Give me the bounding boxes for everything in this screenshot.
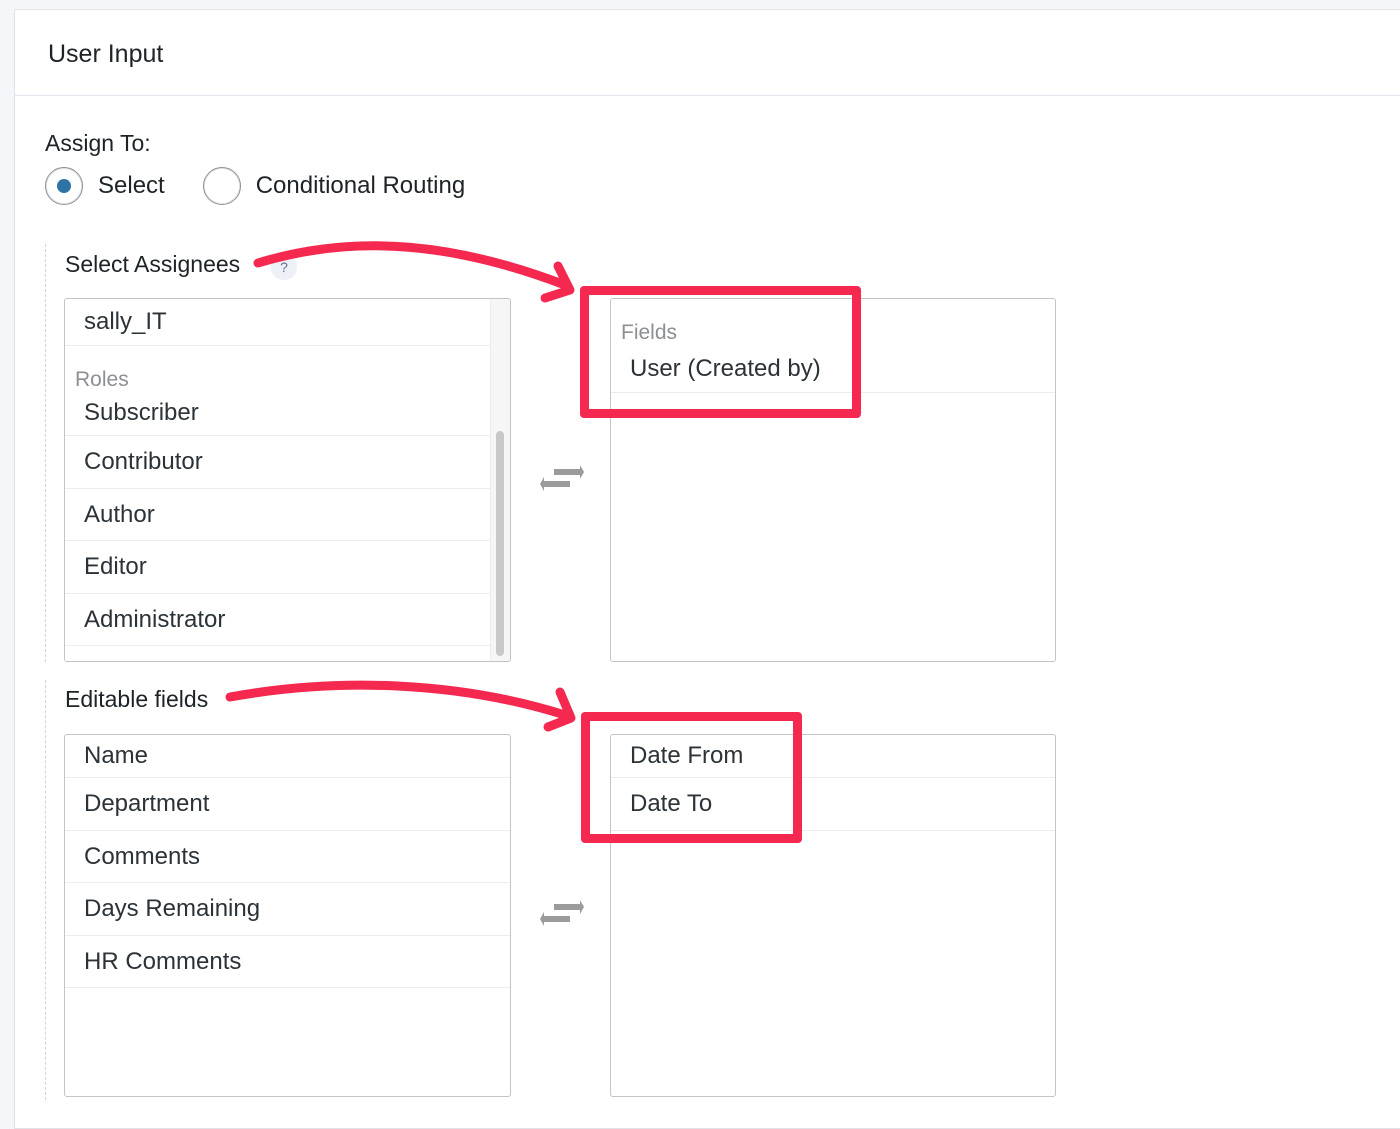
panel-title: User Input (48, 40, 164, 68)
radio-option-select[interactable]: Select (45, 167, 165, 205)
list-item[interactable]: Comments (65, 831, 510, 883)
scroll-thumb[interactable] (496, 431, 504, 656)
assign-radio-group: Select Conditional Routing (31, 167, 465, 205)
select-assignees-title: Select Assignees (65, 251, 241, 277)
radio-select[interactable] (45, 167, 83, 205)
roles-group-label: Roles (75, 368, 129, 391)
editable-fields-title: Editable fields (65, 686, 209, 712)
list-item[interactable]: Author (65, 489, 490, 541)
list-item[interactable]: Days Remaining (65, 883, 510, 936)
list-item[interactable]: HR Comments (65, 936, 510, 988)
list-item[interactable]: Department (65, 778, 510, 831)
assignees-selected-list[interactable]: Fields User (Created by) (610, 298, 1056, 662)
list-item[interactable]: Contributor (65, 436, 490, 489)
scrollbar[interactable] (490, 299, 510, 661)
list-item[interactable]: Name (65, 735, 510, 778)
panel-header: User Input (15, 10, 1400, 96)
list-item[interactable]: User (Created by) (611, 345, 1055, 393)
list-item[interactable]: sally_IT (65, 299, 490, 346)
list-item[interactable]: Editor (65, 541, 490, 594)
radio-option-conditional-routing[interactable]: Conditional Routing (202, 167, 465, 205)
help-icon[interactable]: ? (271, 254, 297, 280)
editable-selected-list[interactable]: Date From Date To (610, 734, 1056, 1097)
editable-rail (45, 680, 46, 1100)
assign-to-label: Assign To: (45, 130, 151, 156)
list-item[interactable]: Subscriber (65, 390, 490, 436)
assignees-available-list[interactable]: sally_IT Roles Subscriber Contributor Au… (64, 298, 511, 662)
radio-conditional-routing-label[interactable]: Conditional Routing (256, 172, 465, 200)
list-item[interactable]: Date To (611, 778, 1055, 831)
swap-arrows-icon[interactable] (540, 898, 584, 932)
swap-arrows-icon[interactable] (540, 463, 584, 497)
radio-select-label[interactable]: Select (98, 172, 165, 200)
radio-conditional-routing[interactable] (202, 167, 241, 205)
fields-group-label: Fields (621, 321, 678, 344)
list-item[interactable]: Date From (611, 735, 1055, 778)
radio-dot (57, 179, 71, 193)
assignees-rail (45, 244, 46, 662)
editable-available-list[interactable]: Name Department Comments Days Remaining … (64, 734, 511, 1097)
list-item[interactable]: Administrator (65, 594, 490, 646)
